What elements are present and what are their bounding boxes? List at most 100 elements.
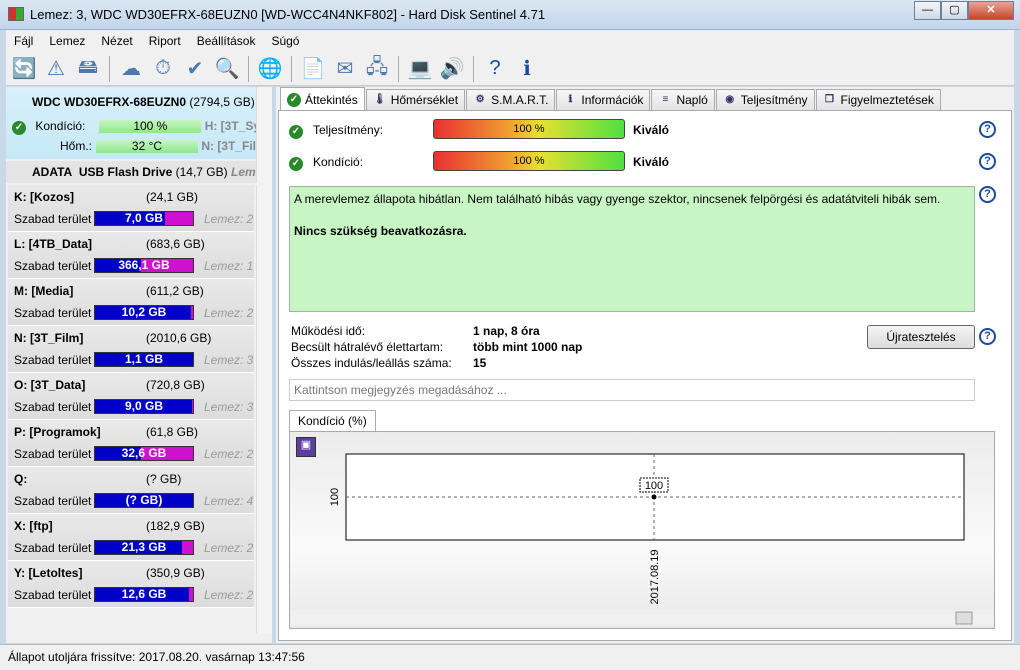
tab-0[interactable]: ✓ Áttekintés (280, 87, 365, 111)
starts-value: 15 (473, 356, 487, 370)
partition-name: Y: [Letoltes] (14, 566, 83, 580)
partition-name: Q: (14, 472, 28, 486)
check-icon: ✓ (287, 92, 301, 107)
partition-item[interactable]: K: [Kozos] (24,1 GB) Szabad terület 7,0 GB L… (8, 185, 254, 232)
status-description: A merevlemez állapota hibátlan. Nem talá… (289, 186, 975, 312)
cloud-icon[interactable]: ☁ (117, 55, 145, 83)
free-space-bar: 9,0 GB (94, 399, 194, 414)
tab-label: Teljesítmény (740, 93, 808, 107)
partition-item[interactable]: O: [3T_Data] (720,8 GB) Szabad terület 9,0 … (8, 373, 254, 420)
toolbar: 🔄 ⚠ 🖴 ☁ ⏱ ✔ 🔍 🌐 📄 ✉ 🖧 💻 🔊? ℹ (6, 52, 1014, 86)
help-icon[interactable]: ? (979, 121, 996, 138)
partition-size: (? GB) (146, 472, 182, 486)
partition-scrollbar[interactable] (256, 185, 272, 633)
free-space-bar: 21,3 GB (94, 540, 194, 555)
menu-3[interactable]: Riport (141, 30, 189, 52)
partition-disk: Lemez: 2 (204, 447, 254, 461)
free-space-bar: 1,1 GB (94, 352, 194, 367)
partition-item[interactable]: Y: [Letoltes] (350,9 GB) Szabad terület 12,… (8, 561, 254, 608)
note-input[interactable]: Kattintson megjegyzés megadásához ... (289, 379, 975, 401)
overview-panel: ✓ Teljesítmény: 100 % Kiváló ? ✓ Kondíció: 10… (278, 110, 1012, 641)
y-tick-label: 100 (329, 488, 341, 506)
alerts-icon: ❐ (825, 94, 834, 105)
thermometer-icon: 🌡 (373, 94, 387, 105)
partition-item[interactable]: P: [Programok] (61,8 GB) Szabad terület 32,… (8, 420, 254, 467)
condition-label: Kondíció: (313, 155, 364, 169)
free-space-label: Szabad terület (14, 447, 92, 461)
help-icon[interactable]: ? (979, 153, 996, 170)
disk-check-icon[interactable]: ✔ (181, 55, 209, 83)
tab-2[interactable]: ⚙ S.M.A.R.T. (466, 89, 556, 110)
menu-4[interactable]: Beállítások (189, 30, 264, 52)
retest-button[interactable]: Újratesztelés (867, 325, 975, 349)
speaker-icon[interactable]: 🔊 (438, 55, 466, 83)
partition-disk: Lemez: 2 (204, 306, 254, 320)
report-icon[interactable]: 📄 (299, 55, 327, 83)
condition-rating: Kiváló (633, 155, 670, 169)
tab-5[interactable]: ◉ Teljesítmény (715, 89, 815, 110)
disk-clock-icon[interactable]: ⏱ (149, 55, 177, 83)
help-icon[interactable]: ? (481, 55, 509, 83)
disk-entry[interactable]: WDC WD30EFRX-68EUZN0 (2794,5 GB) L ✓ Kon… (6, 87, 267, 159)
usb-disk-entry[interactable]: ADATA USB Flash Drive (14,7 GB) Lemez (6, 161, 256, 183)
free-space-label: Szabad terület (14, 541, 92, 555)
menu-1[interactable]: Lemez (41, 30, 93, 52)
tab-3[interactable]: ℹ Információk (556, 89, 651, 110)
partition-item[interactable]: L: [4TB_Data] (683,6 GB) Szabad terület 366… (8, 232, 254, 279)
partition-item[interactable]: N: [3T_Film] (2010,6 GB) Szabad terület 1,1… (8, 326, 254, 373)
menu-2[interactable]: Nézet (93, 30, 140, 52)
free-space-label: Szabad terület (14, 588, 92, 602)
partition-item[interactable]: M: [Media] (611,2 GB) Szabad terület 10,2 G… (8, 279, 254, 326)
chart-hscrollbar[interactable] (290, 610, 994, 626)
disk-scrollbar[interactable] (256, 87, 272, 183)
close-button[interactable]: ✕ (968, 1, 1014, 20)
maximize-button[interactable]: ▢ (941, 1, 968, 20)
free-space-label: Szabad terület (14, 306, 92, 320)
partition-disk: Lemez: 3 (204, 353, 254, 367)
toolbar-separator (398, 55, 399, 82)
tab-6[interactable]: ❐ Figyelmeztetések (815, 89, 941, 110)
tab-label: Napló (676, 93, 708, 107)
partition-size: (683,6 GB) (146, 237, 205, 251)
free-space-bar: 7,0 GB (94, 211, 194, 226)
menu-bar: Fájl Lemez Nézet Riport Beállítások Súgó (6, 30, 1014, 52)
menu-0[interactable]: Fájl (6, 30, 41, 52)
tab-1[interactable]: 🌡 Hőmérséklet (365, 89, 466, 110)
partition-item[interactable]: X: [ftp] (182,9 GB) Szabad terület 21,3 GB L… (8, 514, 254, 561)
partition-name: K: [Kozos] (14, 190, 74, 204)
help-icon[interactable]: ? (979, 328, 996, 345)
refresh-icon[interactable]: 🔄 (10, 55, 38, 83)
usb-disk: Lemez (230, 165, 256, 179)
condition-bar: 100 % (433, 151, 625, 171)
scroll-thumb[interactable] (955, 611, 973, 625)
help-icon[interactable]: ? (979, 186, 996, 203)
performance-rating: Kiváló (633, 123, 670, 137)
usb-name: USB Flash Drive (78, 165, 173, 179)
send-icon[interactable]: ✉ (331, 55, 359, 83)
alert-icon[interactable]: ⚠ (42, 55, 70, 83)
partition-disk: Lemez: 2 (204, 588, 254, 602)
tab-label: Hőmérséklet (390, 93, 459, 107)
chart-tab-condition[interactable]: Kondíció (%) (289, 410, 376, 432)
tab-4[interactable]: ≡ Napló (651, 89, 715, 110)
toolbar-separator (473, 55, 474, 82)
network-icon[interactable]: 🖧 (363, 55, 391, 83)
disk-size: (2794,5 GB) (189, 95, 255, 109)
partition-disk: Lemez: 1 (204, 259, 254, 273)
laptop-pen-icon[interactable]: 💻 (406, 55, 434, 83)
minimize-button[interactable]: — (914, 1, 941, 20)
info-icon[interactable]: ℹ (513, 55, 541, 83)
disk-search-icon[interactable]: 🔍 (213, 55, 241, 83)
menu-5[interactable]: Súgó (263, 30, 307, 52)
condition-chart: ▣ 100 100 2017.08.19 (289, 431, 995, 629)
free-space-label: Szabad terület (14, 353, 92, 367)
partition-name: L: [4TB_Data] (14, 237, 93, 251)
gauge-icon: ◉ (725, 94, 735, 105)
free-space-label: Szabad terület (14, 494, 92, 508)
disk-icon[interactable]: 🖴 (74, 55, 102, 83)
log-icon: ≡ (662, 94, 669, 105)
globe-disk-icon[interactable]: 🌐 (256, 55, 284, 83)
partition-item[interactable]: Q: (? GB) Szabad terület (? GB) Lemez: 4 (8, 467, 254, 514)
check-icon: ✓ (12, 121, 26, 135)
condition-bar: 100 % (99, 120, 202, 134)
